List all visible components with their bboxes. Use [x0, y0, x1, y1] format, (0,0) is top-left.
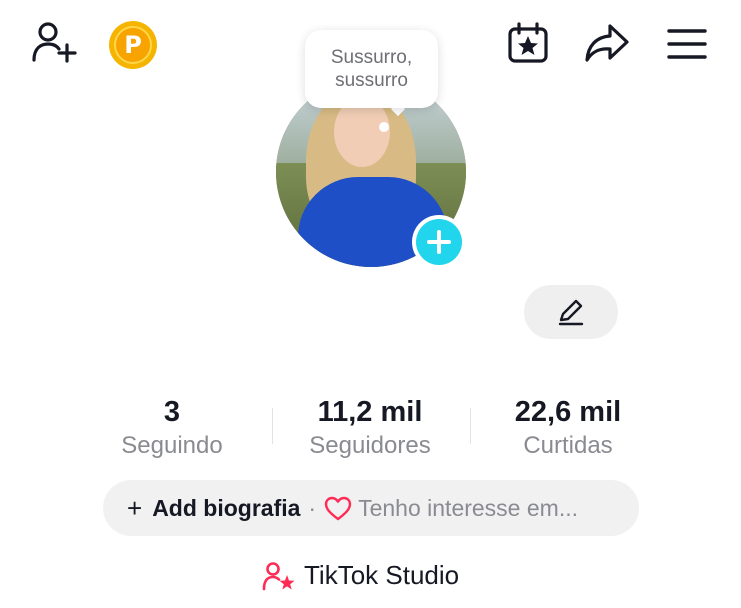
stat-likes[interactable]: 22,6 mil Curtidas: [473, 395, 663, 461]
points-badge-label: P: [114, 26, 152, 64]
status-bubble-text: Sussurro, sussurro: [330, 47, 413, 91]
following-label: Seguindo: [121, 432, 223, 459]
add-bio-label: Add biografia: [152, 494, 301, 521]
stat-followers[interactable]: 11,2 mil Seguidores: [275, 395, 465, 461]
status-bubble[interactable]: Sussurro, sussurro: [305, 30, 438, 108]
calendar-button[interactable]: [505, 20, 551, 66]
likes-label: Curtidas: [523, 432, 613, 459]
stat-following[interactable]: 3 Seguindo: [77, 395, 267, 461]
hamburger-menu-icon: [667, 29, 707, 59]
plus-icon: +: [127, 493, 143, 523]
add-story-button[interactable]: [412, 215, 466, 269]
following-count: 3: [163, 396, 181, 428]
tiktok-studio-link[interactable]: TikTok Studio: [262, 560, 459, 591]
share-arrow-icon: [585, 24, 629, 62]
share-button[interactable]: [583, 20, 631, 66]
followers-label: Seguidores: [309, 432, 431, 459]
studio-icon: [262, 561, 296, 591]
followers-count: 11,2 mil: [317, 396, 423, 428]
interests-placeholder: Tenho interesse em...: [358, 494, 578, 521]
stat-divider: [470, 408, 471, 444]
person-plus-icon: [32, 22, 77, 63]
tiktok-studio-label: TikTok Studio: [304, 560, 460, 590]
add-friend-button[interactable]: [30, 20, 80, 66]
likes-count: 22,6 mil: [514, 396, 622, 428]
calendar-star-icon: [508, 22, 548, 63]
bubble-dot: [379, 122, 389, 132]
separator-dot: ·: [308, 494, 317, 521]
add-bio-button[interactable]: + Add biografia · Tenho interesse em...: [103, 480, 639, 536]
stat-divider: [272, 408, 273, 444]
heart-icon: [324, 496, 352, 521]
menu-button[interactable]: [665, 24, 709, 64]
points-badge[interactable]: P: [109, 21, 157, 69]
plus-icon: [427, 230, 451, 254]
edit-profile-button[interactable]: [524, 285, 618, 339]
pencil-icon: [558, 299, 584, 326]
